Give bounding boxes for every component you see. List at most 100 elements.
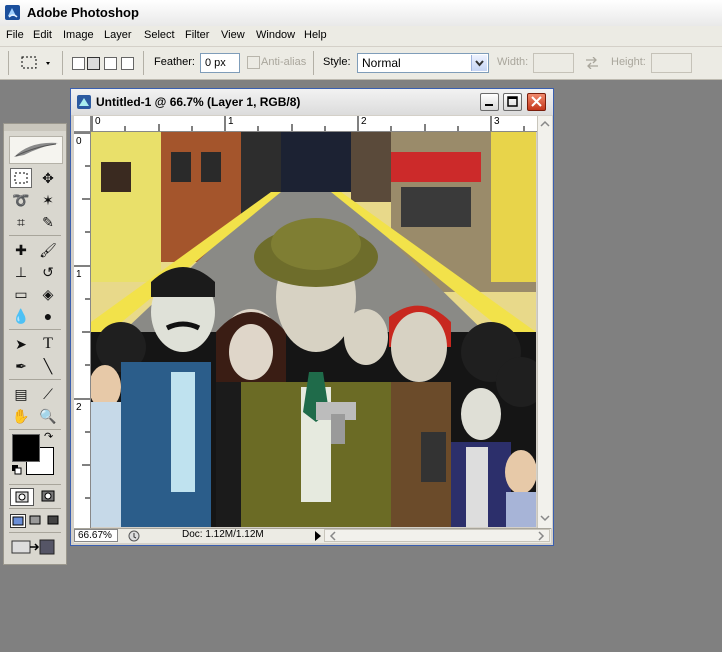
style-dropdown-button[interactable] bbox=[471, 55, 487, 71]
full-screen-menu-mode-button[interactable] bbox=[28, 514, 42, 526]
height-input[interactable] bbox=[651, 53, 692, 73]
marquee-tool[interactable] bbox=[10, 168, 32, 188]
menu-layer[interactable]: Layer bbox=[104, 28, 132, 42]
new-selection-button[interactable] bbox=[72, 57, 85, 70]
quick-mask-button[interactable] bbox=[37, 488, 59, 504]
healing-brush-tool[interactable]: ✚ bbox=[10, 240, 32, 260]
imageready-icon bbox=[11, 539, 55, 555]
notes-tool[interactable]: ▤ bbox=[10, 384, 32, 404]
menu-window[interactable]: Window bbox=[256, 28, 295, 42]
tool-separator bbox=[9, 235, 61, 236]
feather-input[interactable]: 0 px bbox=[200, 53, 240, 73]
magic-wand-tool[interactable]: ✶ bbox=[37, 190, 59, 210]
swap-width-height-icon[interactable] bbox=[585, 57, 599, 69]
minimize-icon bbox=[485, 104, 493, 106]
add-to-selection-button[interactable] bbox=[87, 57, 100, 70]
style-label: Style: bbox=[323, 56, 351, 68]
type-tool[interactable]: T bbox=[37, 334, 59, 354]
separator bbox=[143, 51, 144, 75]
pen-tool[interactable]: ✒ bbox=[10, 356, 32, 376]
menu-file[interactable]: File bbox=[6, 28, 24, 42]
slice-tool[interactable]: ✎ bbox=[37, 212, 59, 232]
default-colors-button[interactable] bbox=[12, 465, 22, 475]
chevron-down-icon bbox=[475, 60, 484, 67]
maximize-button[interactable] bbox=[503, 93, 522, 111]
paint-bucket-tool[interactable]: ◈ bbox=[37, 284, 59, 304]
dodge-tool[interactable]: ● bbox=[37, 306, 59, 326]
zoom-level-field[interactable]: 66.67% bbox=[74, 529, 118, 542]
document-title-bar[interactable]: Untitled-1 @ 66.7% (Layer 1, RGB/8) bbox=[71, 89, 553, 115]
standard-screen-mode-button[interactable] bbox=[10, 514, 26, 528]
path-selection-tool[interactable]: ➤ bbox=[10, 334, 32, 354]
notes-tool-icon: ▤ bbox=[14, 385, 28, 402]
ruler-label: 2 bbox=[361, 116, 367, 127]
vertical-ruler-ticks bbox=[74, 132, 90, 499]
minimize-button[interactable] bbox=[480, 93, 499, 111]
scroll-right-icon[interactable] bbox=[535, 530, 547, 542]
line-tool-icon: ╲ bbox=[43, 357, 53, 374]
adobe-online-button[interactable] bbox=[9, 136, 63, 164]
crop-tool[interactable]: ⌗ bbox=[10, 212, 32, 232]
standard-mode-button[interactable] bbox=[10, 488, 34, 506]
eyedropper-tool[interactable]: ⟋ bbox=[37, 384, 59, 404]
tool-preset-picker[interactable] bbox=[20, 54, 56, 72]
full-screen-mode-button[interactable] bbox=[46, 514, 60, 526]
tool-separator bbox=[9, 484, 61, 485]
brush-tool[interactable]: 🖌 bbox=[37, 240, 59, 260]
path-selection-tool-icon: ➤ bbox=[15, 335, 27, 352]
vertical-ruler[interactable]: 0 1 2 bbox=[74, 132, 91, 528]
document-size-info: Doc: 1.12M/1.12M bbox=[182, 529, 264, 540]
type-tool-icon: T bbox=[43, 335, 53, 352]
swap-colors-icon[interactable]: ↷ bbox=[44, 430, 53, 443]
line-tool[interactable]: ╲ bbox=[37, 356, 59, 376]
scroll-up-icon[interactable] bbox=[538, 118, 552, 130]
ruler-origin[interactable] bbox=[74, 116, 91, 132]
horizontal-ruler[interactable]: 0 1 2 3 bbox=[91, 116, 537, 132]
default-colors-icon bbox=[12, 465, 22, 475]
menu-edit[interactable]: Edit bbox=[33, 28, 52, 42]
clone-stamp-tool[interactable]: ⊥ bbox=[10, 262, 32, 282]
eraser-tool[interactable]: ▭ bbox=[10, 284, 32, 304]
horizontal-scrollbar[interactable] bbox=[324, 529, 550, 542]
menu-view[interactable]: View bbox=[221, 28, 245, 42]
status-bar: 66.67% Doc: 1.12M/1.12M bbox=[74, 528, 551, 543]
document-title: Untitled-1 @ 66.7% (Layer 1, RGB/8) bbox=[96, 95, 301, 109]
menu-select[interactable]: Select bbox=[144, 28, 175, 42]
status-info-icon[interactable] bbox=[128, 530, 140, 542]
intersect-selection-button[interactable] bbox=[121, 57, 134, 70]
scroll-left-icon[interactable] bbox=[327, 530, 339, 542]
antialias-checkbox[interactable] bbox=[247, 56, 260, 69]
menu-filter[interactable]: Filter bbox=[185, 28, 209, 42]
blur-tool[interactable]: 💧 bbox=[10, 306, 32, 326]
blur-tool-icon: 💧 bbox=[12, 307, 30, 324]
menu-help[interactable]: Help bbox=[304, 28, 327, 42]
width-label: Width: bbox=[497, 56, 529, 68]
zoom-tool[interactable]: 🔍 bbox=[37, 406, 59, 426]
menu-image[interactable]: Image bbox=[63, 28, 94, 42]
jump-to-imageready-button[interactable] bbox=[10, 538, 58, 556]
document-canvas[interactable] bbox=[91, 132, 536, 527]
brush-tool-icon: 🖌 bbox=[39, 241, 57, 258]
hand-tool[interactable]: ✋ bbox=[10, 406, 32, 426]
tool-separator bbox=[9, 508, 61, 509]
close-button[interactable] bbox=[527, 93, 546, 111]
standard-mode-icon bbox=[15, 491, 29, 503]
width-input[interactable] bbox=[533, 53, 574, 73]
lasso-tool[interactable]: ➰ bbox=[10, 190, 32, 210]
vertical-scrollbar[interactable] bbox=[537, 116, 552, 528]
toolbox-grip[interactable] bbox=[4, 124, 66, 131]
scroll-down-icon[interactable] bbox=[538, 512, 552, 524]
status-menu-arrow-icon[interactable] bbox=[314, 531, 322, 541]
style-select[interactable]: Normal bbox=[357, 53, 489, 73]
feather-value: 0 px bbox=[205, 57, 226, 69]
subtract-from-selection-button[interactable] bbox=[104, 57, 117, 70]
rect-marquee-icon bbox=[21, 56, 50, 69]
foreground-color-swatch[interactable] bbox=[12, 434, 40, 462]
ruler-label: 0 bbox=[76, 136, 82, 147]
move-tool[interactable]: ✥ bbox=[37, 168, 59, 188]
photoshop-icon bbox=[5, 5, 20, 20]
paint-bucket-tool-icon: ◈ bbox=[42, 285, 54, 302]
tool-separator bbox=[9, 532, 61, 533]
history-brush-tool[interactable]: ↺ bbox=[37, 262, 59, 282]
clone-stamp-tool-icon: ⊥ bbox=[14, 263, 28, 280]
